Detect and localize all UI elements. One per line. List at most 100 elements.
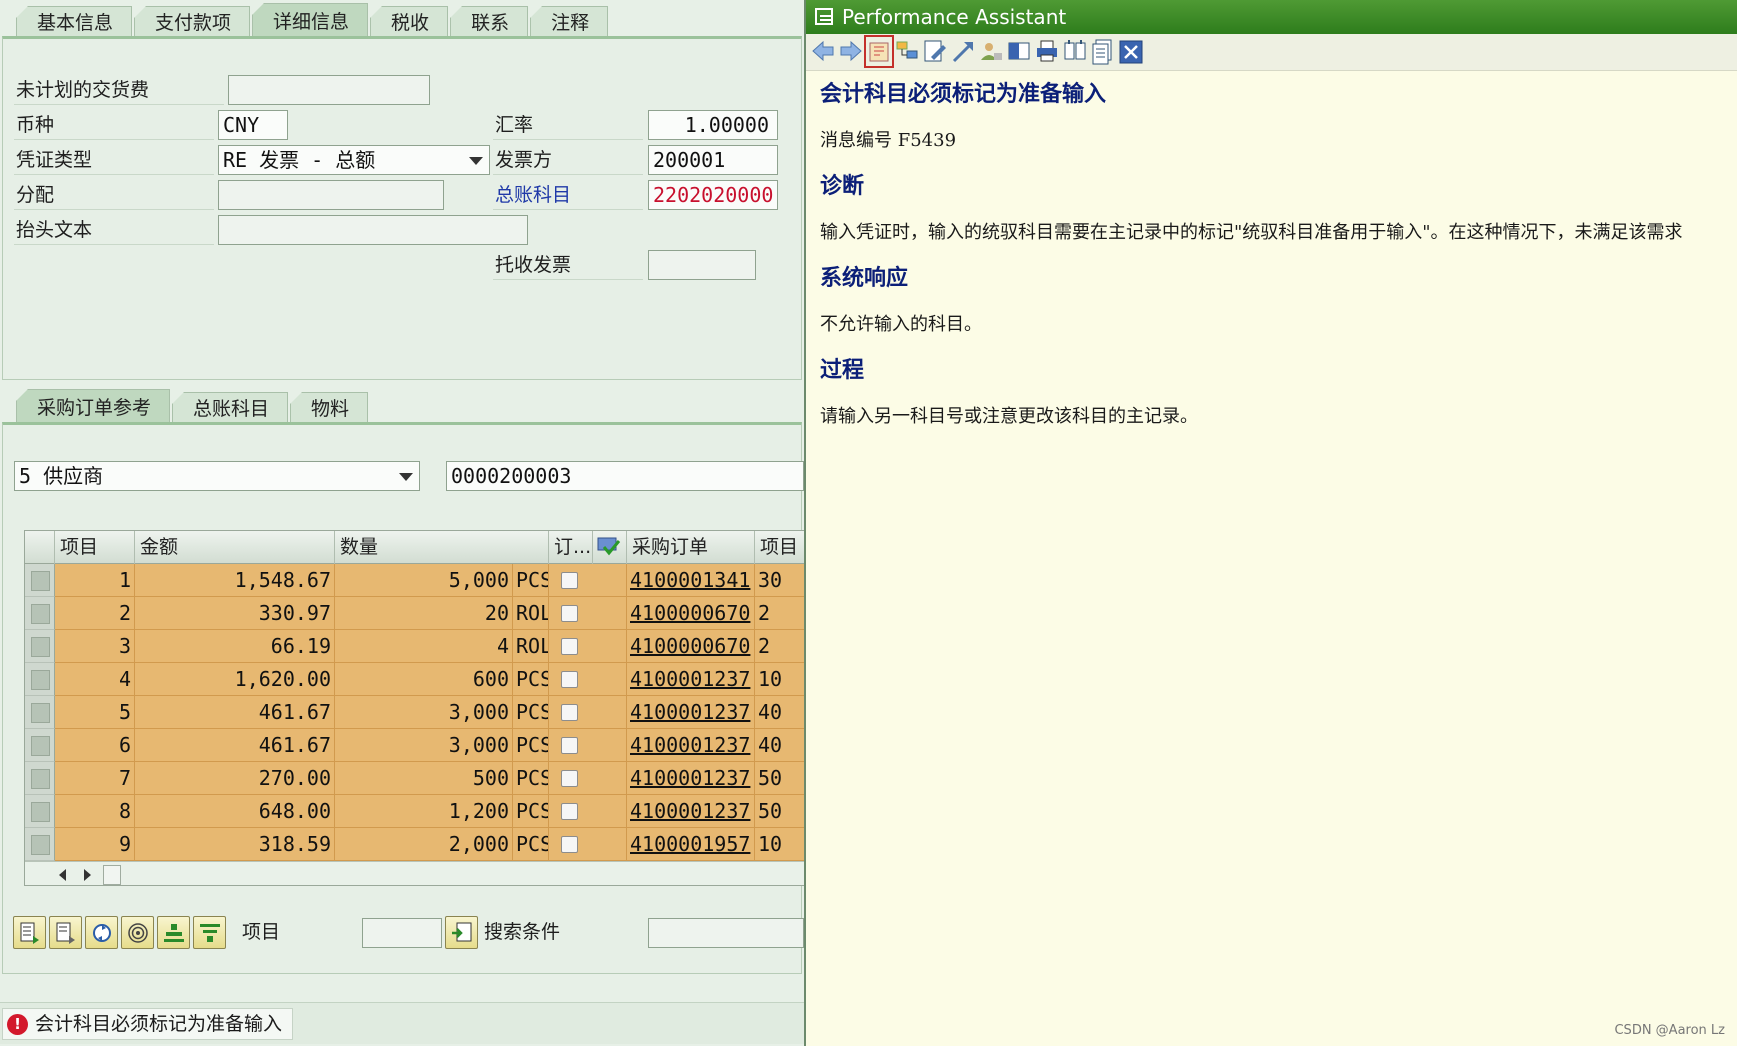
row-selector[interactable] xyxy=(25,597,55,630)
expand-icon[interactable] xyxy=(950,37,976,66)
purchase-order-link[interactable]: 4100001237 xyxy=(630,667,750,691)
document-list-icon[interactable] xyxy=(1090,37,1116,66)
cell-checkbox[interactable] xyxy=(549,795,627,828)
close-icon[interactable] xyxy=(1118,37,1144,66)
purchase-order-link[interactable]: 4100001957 xyxy=(630,832,750,856)
purchase-order-link[interactable]: 4100000670 xyxy=(630,634,750,658)
table-row[interactable]: 8 648.00 1,200 PCS 4100001237 50 xyxy=(25,795,804,828)
row-selector[interactable] xyxy=(25,729,55,762)
row-selector[interactable] xyxy=(25,696,55,729)
document-structure-icon[interactable] xyxy=(894,37,920,66)
reference-type-dropdown[interactable]: 5 供应商 xyxy=(14,461,420,491)
table-row[interactable]: 9 318.59 2,000 PCS 4100001957 10 xyxy=(25,828,804,861)
table-row[interactable]: 2 330.97 20 ROL 4100000670 2 xyxy=(25,597,804,630)
assignment-field[interactable] xyxy=(218,180,444,210)
col-quantity[interactable]: 数量 xyxy=(335,531,549,564)
deselect-all-button[interactable] xyxy=(49,916,82,949)
unplanned-delivery-field[interactable] xyxy=(228,75,430,105)
refresh-button[interactable] xyxy=(85,916,118,949)
search-criteria-field[interactable] xyxy=(648,918,804,948)
assistant-title-bar[interactable]: Performance Assistant xyxy=(806,0,1737,34)
tab-material[interactable]: 物料 xyxy=(290,392,369,422)
target-button[interactable] xyxy=(121,916,154,949)
row-selector[interactable] xyxy=(25,828,55,861)
col-po-item[interactable]: 项目 xyxy=(755,531,804,564)
currency-field[interactable]: CNY xyxy=(218,110,288,140)
forward-icon[interactable] xyxy=(838,37,864,66)
table-scrollbar[interactable] xyxy=(25,861,804,885)
col-amount[interactable]: 金额 xyxy=(135,531,335,564)
row-checkbox[interactable] xyxy=(561,704,578,721)
cell-checkbox[interactable] xyxy=(549,696,627,729)
scroll-right-icon[interactable] xyxy=(81,868,93,882)
status-message[interactable]: ! 会计科目必须标记为准备输入 xyxy=(2,1008,294,1040)
exchange-rate-field[interactable]: 1.00000 xyxy=(648,110,778,140)
scroll-thumb[interactable] xyxy=(103,865,121,885)
table-row[interactable]: 6 461.67 3,000 PCS 4100001237 40 xyxy=(25,729,804,762)
row-selector[interactable] xyxy=(25,630,55,663)
purchase-order-link[interactable]: 4100001237 xyxy=(630,799,750,823)
table-row[interactable]: 5 461.67 3,000 PCS 4100001237 40 xyxy=(25,696,804,729)
tab-contacts[interactable]: 联系 xyxy=(450,6,529,36)
invoicing-party-field[interactable]: 200001 xyxy=(648,145,778,175)
cell-checkbox[interactable] xyxy=(549,762,627,795)
row-checkbox[interactable] xyxy=(561,803,578,820)
cell-checkbox[interactable] xyxy=(549,663,627,696)
row-checkbox[interactable] xyxy=(561,605,578,622)
purchase-order-link[interactable]: 4100001237 xyxy=(630,700,750,724)
purchase-order-link[interactable]: 4100001237 xyxy=(630,766,750,790)
cell-checkbox[interactable] xyxy=(549,828,627,861)
row-selector[interactable] xyxy=(25,663,55,696)
tab-basic-data[interactable]: 基本信息 xyxy=(16,6,133,36)
table-row[interactable]: 1 1,548.67 5,000 PCS 4100001341 30 xyxy=(25,564,804,597)
tab-note[interactable]: 注释 xyxy=(530,6,609,36)
table-row[interactable]: 4 1,620.00 600 PCS 4100001237 10 xyxy=(25,663,804,696)
row-selector[interactable] xyxy=(25,762,55,795)
scroll-left-icon[interactable] xyxy=(57,868,69,882)
print-icon[interactable] xyxy=(1034,37,1060,66)
purchase-order-link[interactable]: 4100000670 xyxy=(630,601,750,625)
gl-account-field[interactable]: 2202020000 xyxy=(648,180,778,210)
col-order-unit[interactable]: 订... xyxy=(549,531,593,564)
vendor-field[interactable]: 0000200003 xyxy=(446,461,804,491)
row-checkbox[interactable] xyxy=(561,671,578,688)
row-checkbox[interactable] xyxy=(561,836,578,853)
select-all-button[interactable] xyxy=(13,916,46,949)
tab-payment[interactable]: 支付款项 xyxy=(134,6,251,36)
item-search-field[interactable] xyxy=(362,918,442,948)
purchase-order-link[interactable]: 4100001237 xyxy=(630,733,750,757)
split-window-icon[interactable] xyxy=(1062,37,1088,66)
purchase-order-link[interactable]: 4100001341 xyxy=(630,568,750,592)
table-row[interactable]: 3 66.19 4 ROL 4100000670 2 xyxy=(25,630,804,663)
tab-tax[interactable]: 税收 xyxy=(370,6,449,36)
cell-checkbox[interactable] xyxy=(549,597,627,630)
edit-icon[interactable] xyxy=(922,37,948,66)
cell-checkbox[interactable] xyxy=(549,630,627,663)
filter-button[interactable] xyxy=(193,916,226,949)
col-check[interactable] xyxy=(593,531,627,564)
row-checkbox[interactable] xyxy=(561,770,578,787)
technical-info-icon[interactable] xyxy=(864,35,894,68)
table-row[interactable]: 7 270.00 500 PCS 4100001237 50 xyxy=(25,762,804,795)
col-item[interactable]: 项目 xyxy=(55,531,135,564)
doc-type-dropdown[interactable]: RE 发票 - 总额 xyxy=(218,145,490,175)
tab-gl-account[interactable]: 总账科目 xyxy=(172,392,289,422)
select-all-cell[interactable] xyxy=(25,531,55,564)
collection-invoice-field[interactable] xyxy=(648,250,756,280)
header-text-field[interactable] xyxy=(218,215,528,245)
col-purchase-order[interactable]: 采购订单 xyxy=(627,531,755,564)
row-checkbox[interactable] xyxy=(561,737,578,754)
row-checkbox[interactable] xyxy=(561,638,578,655)
user-settings-icon[interactable] xyxy=(978,37,1004,66)
tab-po-reference[interactable]: 采购订单参考 xyxy=(16,389,171,422)
cell-checkbox[interactable] xyxy=(549,729,627,762)
back-icon[interactable] xyxy=(810,37,836,66)
row-checkbox[interactable] xyxy=(561,572,578,589)
toggle-view-icon[interactable] xyxy=(1006,37,1032,66)
cell-checkbox[interactable] xyxy=(549,564,627,597)
row-selector[interactable] xyxy=(25,564,55,597)
search-execute-button[interactable] xyxy=(445,916,478,949)
tab-details[interactable]: 详细信息 xyxy=(252,3,369,36)
align-button[interactable] xyxy=(157,916,190,949)
row-selector[interactable] xyxy=(25,795,55,828)
